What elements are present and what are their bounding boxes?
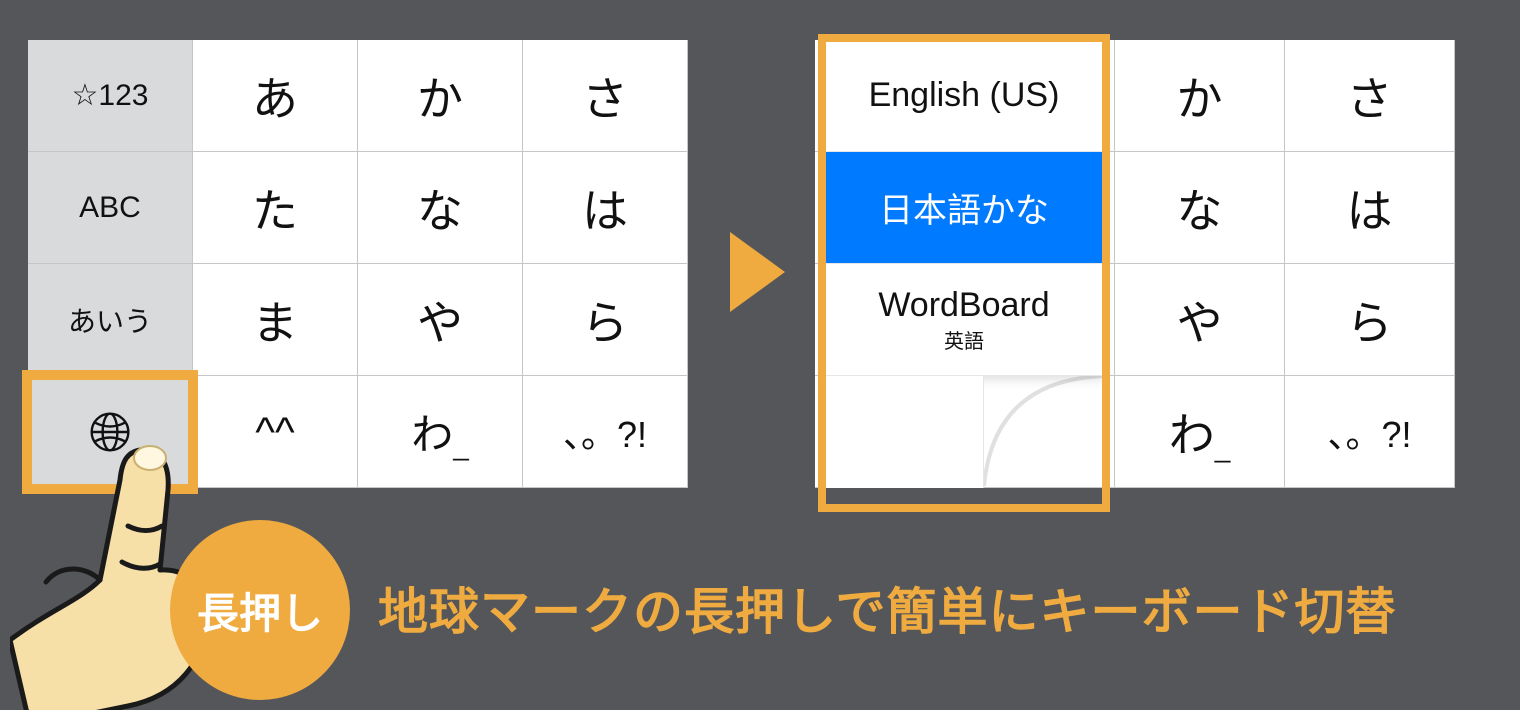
key-a[interactable]: あ [193, 40, 358, 152]
right-key-na[interactable]: な [1115, 152, 1285, 264]
key-wa-label: わ_ [411, 401, 469, 462]
right-key-wa-label: わ_ [1169, 399, 1231, 465]
key-wa[interactable]: わ_ [358, 376, 523, 488]
side-key-aiu[interactable]: あいう [28, 264, 193, 376]
popup-item-wordboard[interactable]: WordBoard 英語 [824, 264, 1104, 376]
key-sa[interactable]: さ [523, 40, 688, 152]
right-key-wa[interactable]: わ_ [1115, 376, 1285, 488]
popup-item-wordboard-label: WordBoard [878, 286, 1049, 325]
right-key-ha[interactable]: は [1285, 152, 1455, 264]
key-punct[interactable]: 、。?! [523, 376, 688, 488]
key-ha[interactable]: は [523, 152, 688, 264]
right-key-punct[interactable]: 、。?! [1285, 376, 1455, 488]
right-key-ra[interactable]: ら [1285, 264, 1455, 376]
right-key-ya[interactable]: や [1115, 264, 1285, 376]
long-press-badge-label: 長押し [197, 580, 323, 641]
long-press-badge: 長押し [170, 520, 350, 700]
keyboard-left: ☆123 あ か さ ABC た な は あいう ま や ら ^^ わ_ 、。?… [28, 40, 688, 488]
key-ta[interactable]: た [193, 152, 358, 264]
right-key-ka[interactable]: か [1115, 40, 1285, 152]
right-key-sa[interactable]: さ [1285, 40, 1455, 152]
key-ka[interactable]: か [358, 40, 523, 152]
key-ra[interactable]: ら [523, 264, 688, 376]
key-ya[interactable]: や [358, 264, 523, 376]
popup-item-english[interactable]: English (US) [824, 40, 1104, 152]
popup-item-japanese-kana[interactable]: 日本語かな [824, 152, 1104, 264]
key-ma[interactable]: ま [193, 264, 358, 376]
arrow-icon [730, 232, 785, 312]
popup-item-wordboard-sub: 英語 [944, 325, 984, 354]
popup-tail [824, 376, 984, 488]
key-na[interactable]: な [358, 152, 523, 264]
language-popup: English (US) 日本語かな WordBoard 英語 [824, 40, 1104, 376]
caption-text: 地球マークの長押しで簡単にキーボード切替 [378, 572, 1397, 644]
side-key-abc[interactable]: ABC [28, 152, 193, 264]
side-key-numbers[interactable]: ☆123 [28, 40, 193, 152]
